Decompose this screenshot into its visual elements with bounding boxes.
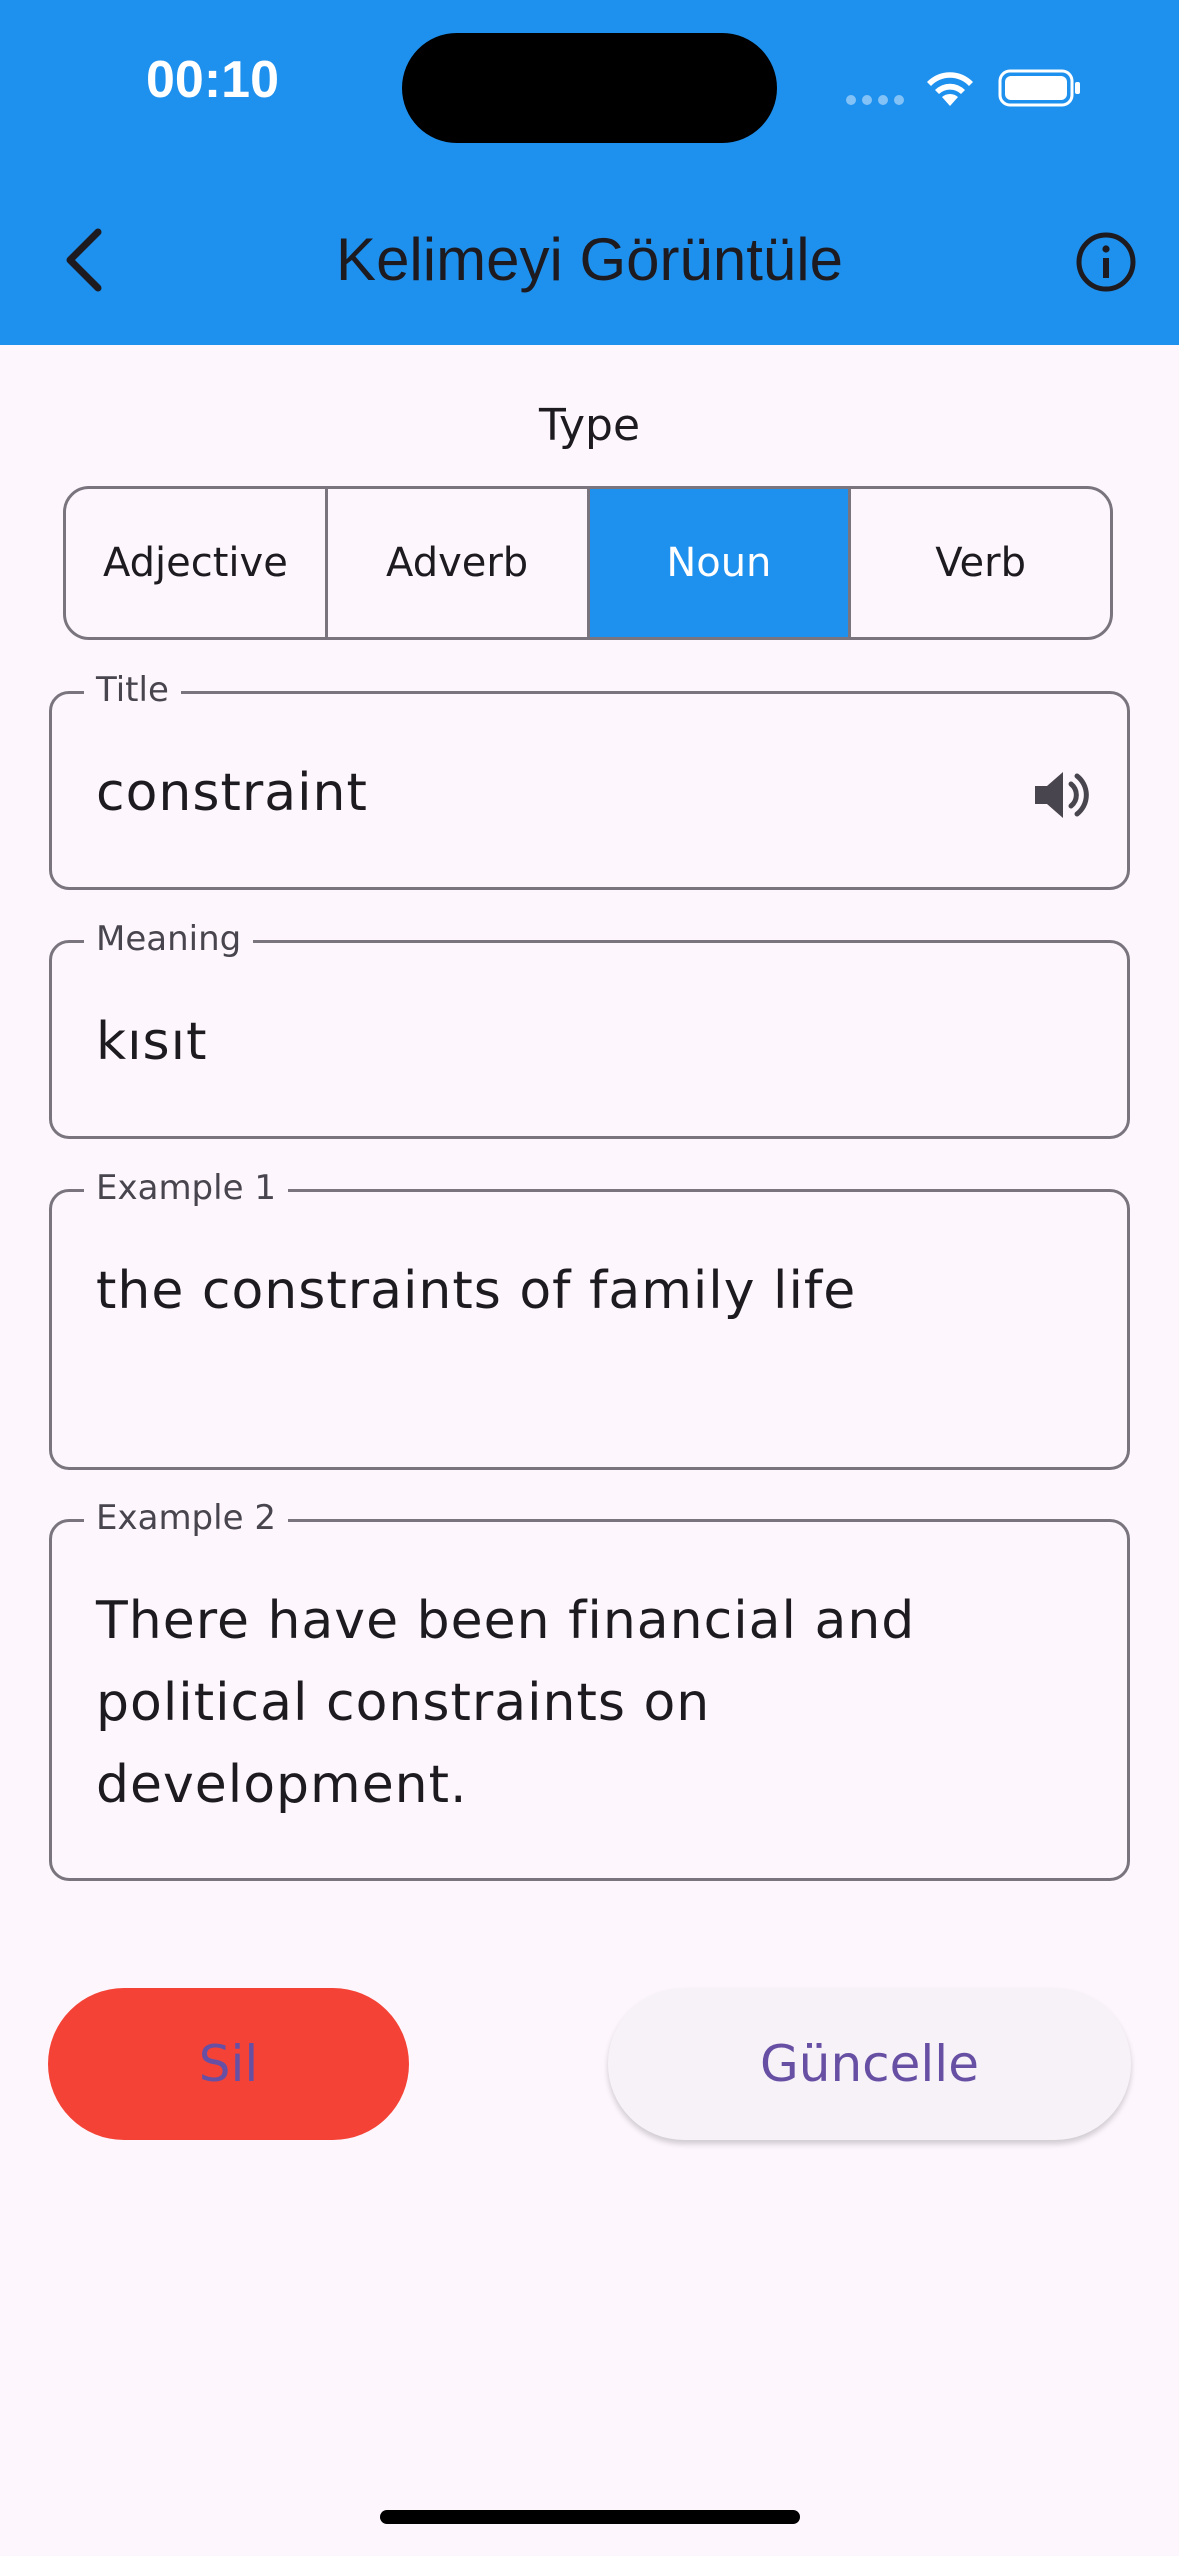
dynamic-island [402, 33, 777, 143]
segment-verb[interactable]: Verb [851, 489, 1110, 637]
delete-button[interactable]: Sil [48, 1988, 409, 2140]
speaker-icon[interactable] [1029, 764, 1091, 826]
type-segmented-control: Adjective Adverb Noun Verb [63, 486, 1113, 640]
update-button[interactable]: Güncelle [608, 1988, 1131, 2140]
example2-field-label: Example 2 [84, 1498, 288, 1538]
meaning-field-value[interactable]: kısıt [96, 1001, 997, 1083]
title-field-label: Title [84, 670, 181, 710]
info-circle-icon[interactable] [1074, 230, 1138, 294]
home-indicator [380, 2510, 800, 2524]
meaning-field[interactable]: Meaning kısıt [49, 919, 1130, 1139]
wifi-icon [927, 72, 973, 106]
example1-field-label: Example 1 [84, 1168, 288, 1208]
example2-field-value[interactable]: There have been financial and political … [96, 1580, 967, 1826]
cellular-signal-icon [846, 95, 904, 105]
example2-field[interactable]: Example 2 There have been financial and … [49, 1498, 1130, 1881]
battery-icon [998, 69, 1080, 107]
example1-field-value[interactable]: the constraints of family life [96, 1250, 997, 1332]
example1-field[interactable]: Example 1 the constraints of family life [49, 1168, 1130, 1470]
segment-noun[interactable]: Noun [589, 489, 852, 637]
page-title: Kelimeyi Görüntüle [336, 226, 843, 293]
meaning-field-label: Meaning [84, 919, 254, 959]
title-field-value[interactable]: constraint [96, 752, 997, 834]
title-field[interactable]: Title constraint [49, 670, 1130, 890]
segment-adjective[interactable]: Adjective [66, 489, 328, 637]
status-time: 00:10 [146, 51, 279, 109]
segment-adverb[interactable]: Adverb [328, 489, 590, 637]
app-header: 00:10 Kelimeyi Görüntüle [0, 0, 1179, 345]
type-label: Type [538, 400, 641, 451]
